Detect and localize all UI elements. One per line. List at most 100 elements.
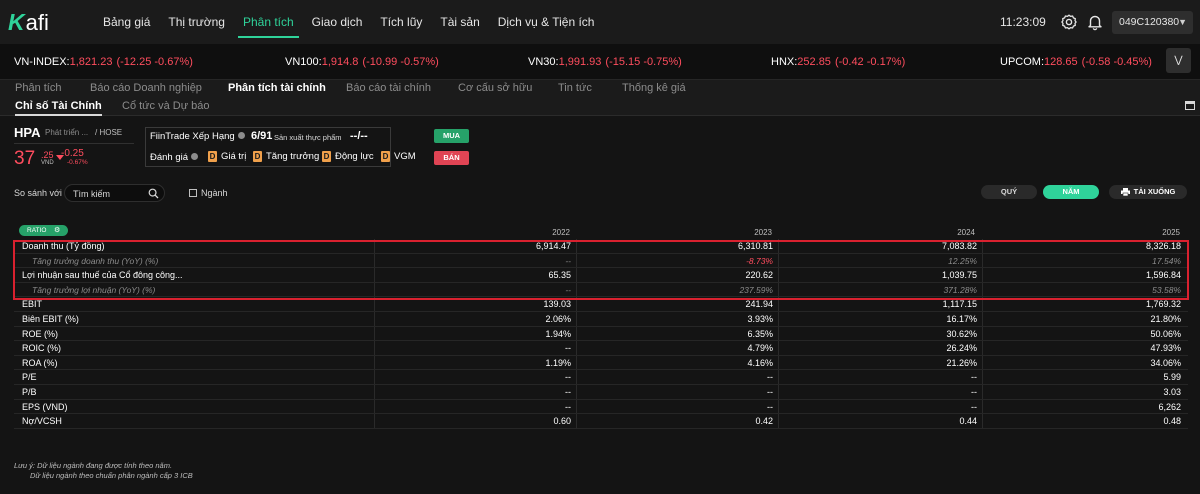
table-cell: 6.35% [747, 328, 773, 339]
index-vnindex[interactable]: VN-INDEX:1,821.23 (-12.25 -0.67%) [14, 56, 193, 68]
rating-label-text: Đánh giá [150, 152, 189, 163]
table-cell: -- [565, 284, 571, 295]
menu-item-tich-luy[interactable]: Tích lũy [371, 0, 431, 44]
account-selector[interactable]: 049C120380 ▼ [1112, 11, 1193, 34]
tab-thong-ke-gia[interactable]: Thống kê giá [622, 80, 686, 97]
menu-item-tai-san[interactable]: Tài sản [431, 0, 488, 44]
column-divider [778, 297, 779, 311]
tab-tin-tuc[interactable]: Tin tức [558, 80, 592, 97]
rating-momentum: D Động lực [322, 151, 374, 162]
download-button[interactable]: TẢI XUỐNG [1109, 185, 1187, 199]
table-cell: -- [565, 401, 571, 412]
table-row: P/B -- -- -- 3.03 [14, 384, 1188, 400]
stock-price-decimal: .25 [41, 150, 54, 160]
index-value: 1,821.23 [69, 56, 113, 68]
table-cell: -- [565, 372, 571, 383]
index-value: 1,991.93 [558, 56, 602, 68]
column-divider [576, 326, 577, 341]
maximize-window-icon[interactable] [1185, 101, 1195, 110]
column-divider [778, 399, 779, 414]
index-value: 128.65 [1044, 56, 1078, 68]
menu-item-bang-gia[interactable]: Bảng giá [94, 0, 159, 44]
menu-item-phan-tich[interactable]: Phân tích [234, 0, 303, 44]
column-divider [374, 282, 375, 297]
column-divider [778, 414, 779, 428]
table-cell: 47.93% [1150, 343, 1181, 354]
buy-button[interactable]: MUA [434, 129, 469, 143]
column-divider [576, 370, 577, 384]
info-icon[interactable] [191, 153, 199, 160]
column-divider [374, 311, 375, 326]
index-name: HNX: [771, 56, 798, 68]
table-cell: 26.24% [946, 343, 977, 354]
tab-bao-cao-doanh-nghiep[interactable]: Báo cáo Doanh nghiệp [90, 80, 202, 97]
table-cell: -- [565, 386, 571, 397]
column-divider [982, 311, 983, 326]
search-input[interactable] [73, 187, 143, 200]
table-cell: 34.06% [1150, 357, 1181, 368]
column-divider [374, 239, 375, 253]
table-cell: 30.62% [946, 328, 977, 339]
tab-co-tuc-du-bao[interactable]: Cổ tức và Dự báo [122, 97, 209, 115]
row-label: P/E [22, 372, 37, 383]
sell-button[interactable]: BÁN [434, 151, 469, 165]
settings-gear-icon: ⚙ [54, 227, 61, 234]
column-divider [374, 355, 375, 370]
table-cell: 5.99 [1163, 372, 1181, 383]
year-button[interactable]: NĂM [1043, 185, 1099, 199]
column-divider [982, 355, 983, 370]
table-cell: 50.06% [1150, 328, 1181, 339]
info-icon[interactable] [237, 132, 245, 139]
row-label: Tăng trưởng lợi nhuận (YoY) (%) [32, 284, 156, 295]
column-divider [778, 282, 779, 297]
column-divider [778, 268, 779, 282]
ratio-tag[interactable]: RATIO ⚙ [19, 225, 68, 236]
tab-phan-tich-tai-chinh[interactable]: Phân tích tài chính [228, 80, 326, 97]
column-divider [778, 311, 779, 326]
tab-chi-so-tai-chinh[interactable]: Chỉ số Tài Chính [15, 97, 102, 116]
row-label: P/B [22, 386, 37, 397]
index-change: (-15.15 -0.75%) [605, 56, 682, 68]
index-ticker: VN-INDEX:1,821.23 (-12.25 -0.67%) VN100:1… [0, 44, 1200, 80]
menu-item-giao-dich[interactable]: Giao dịch [303, 0, 372, 44]
index-value: 1,914.8 [321, 56, 359, 68]
sub-tabs: Chỉ số Tài Chính Cổ tức và Dự báo [0, 97, 1200, 116]
column-divider [778, 239, 779, 253]
search-icon[interactable] [148, 188, 159, 199]
table-cell: 12.25% [948, 255, 977, 266]
index-change: (-12.25 -0.67%) [116, 56, 193, 68]
kafi-logo[interactable]: Kafi [8, 9, 88, 36]
grade-badge: D [253, 151, 262, 162]
index-vn30[interactable]: VN30:1,991.93 (-15.15 -0.75%) [528, 56, 682, 68]
table-row: ROIC (%) -- 4.79% 26.24% 47.93% [14, 341, 1188, 356]
table-cell: 237.59% [739, 284, 773, 295]
column-divider [576, 355, 577, 370]
tab-bao-cao-tai-chinh[interactable]: Báo cáo tài chính [346, 80, 431, 97]
sector-checkbox[interactable] [189, 189, 197, 197]
ticker-expand-button[interactable]: ⋁ [1166, 48, 1191, 73]
table-cell: -- [767, 372, 773, 383]
index-vn100[interactable]: VN100:1,914.8 (-10.99 -0.57%) [285, 56, 439, 68]
menu-item-thi-truong[interactable]: Thị trường [159, 0, 234, 44]
compare-search[interactable] [64, 184, 165, 202]
table-cell: -- [565, 255, 571, 266]
index-hnx[interactable]: HNX:252.85 (-0.42 -0.17%) [771, 56, 905, 68]
menu-item-dich-vu[interactable]: Dịch vụ & Tiện ích [489, 0, 604, 44]
index-upcom[interactable]: UPCOM:128.65 (-0.58 -0.45%) [1000, 56, 1152, 68]
settings-gear-icon[interactable] [1060, 13, 1078, 31]
quarter-button[interactable]: QUÝ [981, 185, 1037, 199]
table-row: EPS (VND) -- -- -- 6,262 [14, 399, 1188, 415]
notification-bell-icon[interactable] [1086, 13, 1104, 31]
tab-co-cau-so-huu[interactable]: Cơ cấu sở hữu [458, 80, 532, 97]
year-header-2024: 2024 [957, 228, 975, 237]
rating-vgm: D VGM [381, 151, 416, 162]
column-divider [374, 268, 375, 282]
stock-name: Phát triển ... [45, 128, 89, 137]
tab-phan-tich[interactable]: Phân tích [15, 80, 61, 97]
column-divider [576, 399, 577, 414]
table-cell: -- [565, 343, 571, 354]
table-row: Lợi nhuận sau thuế của Cổ đông công... 65… [14, 268, 1188, 283]
column-divider [374, 414, 375, 428]
column-divider [374, 341, 375, 355]
clock: 11:23:09 [1000, 15, 1046, 29]
